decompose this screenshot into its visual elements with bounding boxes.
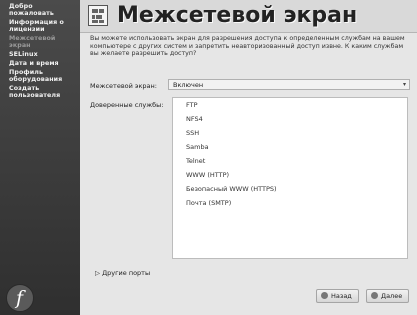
firewall-icon — [88, 5, 108, 26]
other-ports-expander[interactable]: ▷ Другие порты — [95, 269, 150, 277]
other-ports-label: Другие порты — [102, 269, 151, 277]
forward-arrow-icon — [371, 292, 378, 299]
sidebar-item-selinux[interactable]: SELinux — [0, 51, 80, 58]
back-button-label: Назад — [331, 292, 352, 300]
service-item-telnet[interactable]: Telnet — [186, 157, 205, 165]
triangle-right-icon: ▷ — [95, 269, 100, 277]
service-item-nfs4[interactable]: NFS4 — [186, 115, 203, 123]
firewall-select-value: Включен — [173, 81, 204, 89]
page-title: Межсетевой экран — [117, 3, 358, 28]
service-item-www-http[interactable]: WWW (HTTP) — [186, 171, 229, 179]
trusted-services-label: Доверенные службы: — [90, 101, 164, 109]
chevron-down-icon: ▾ — [402, 81, 406, 88]
firewall-select[interactable]: Включен ▾ — [168, 79, 410, 90]
sidebar-item-firewall[interactable]: Межсетевой экран — [0, 35, 80, 49]
next-button[interactable]: Далее — [366, 289, 409, 303]
service-item-ftp[interactable]: FTP — [186, 101, 198, 109]
service-item-ssh[interactable]: SSH — [186, 129, 199, 137]
firewall-row: Межсетевой экран: Включен ▾ — [84, 78, 414, 92]
back-button[interactable]: Назад — [316, 289, 359, 303]
sidebar-item-license[interactable]: Информация о лицензии — [0, 19, 80, 33]
sidebar: Добро пожаловать Информация о лицензии М… — [0, 0, 80, 315]
service-item-samba[interactable]: Samba — [186, 143, 209, 151]
back-arrow-icon — [321, 292, 328, 299]
intro-text: Вы можете использовать экран для разреше… — [90, 35, 405, 58]
service-item-www-https[interactable]: Безопасный WWW (HTTPS) — [186, 185, 277, 193]
fedora-logo-icon: f — [6, 284, 34, 312]
header: Межсетевой экран — [80, 0, 417, 33]
sidebar-item-welcome[interactable]: Добро пожаловать — [0, 3, 80, 17]
next-button-label: Далее — [381, 292, 403, 300]
trusted-services-list: FTP NFS4 SSH Samba Telnet WWW (HTTP) Без… — [172, 97, 408, 259]
firewall-label: Межсетевой экран: — [90, 82, 157, 90]
sidebar-item-datetime[interactable]: Дата и время — [0, 60, 80, 67]
sidebar-items: Добро пожаловать Информация о лицензии М… — [0, 0, 80, 99]
service-item-smtp[interactable]: Почта (SMTP) — [186, 199, 231, 207]
sidebar-item-hardware-profile[interactable]: Профиль оборудования — [0, 69, 80, 83]
sidebar-item-create-user[interactable]: Создать пользователя — [0, 85, 80, 99]
window: Добро пожаловать Информация о лицензии М… — [0, 0, 417, 315]
